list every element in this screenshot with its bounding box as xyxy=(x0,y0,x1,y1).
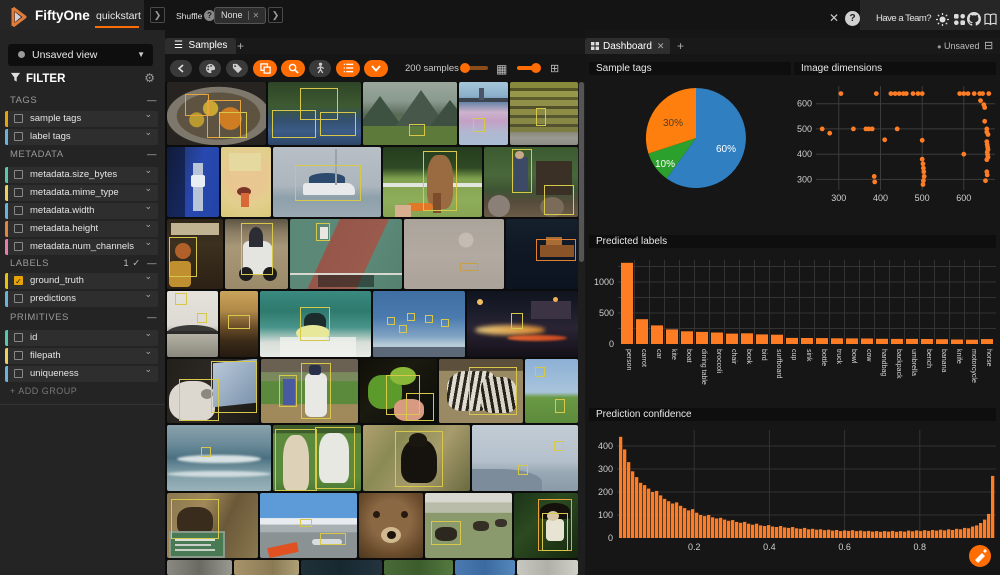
svg-text:500: 500 xyxy=(915,193,930,203)
svg-text:chair: chair xyxy=(730,349,737,365)
svg-text:600: 600 xyxy=(797,99,812,109)
svg-text:200: 200 xyxy=(598,487,613,497)
svg-text:1000: 1000 xyxy=(594,277,614,287)
svg-text:banana: banana xyxy=(940,349,947,372)
svg-text:truck: truck xyxy=(835,349,842,365)
svg-text:0: 0 xyxy=(609,339,614,349)
svg-text:surfboard: surfboard xyxy=(775,349,782,379)
svg-text:horse: horse xyxy=(985,349,992,367)
svg-text:60%: 60% xyxy=(716,144,736,155)
svg-text:bench: bench xyxy=(925,349,932,368)
svg-text:person: person xyxy=(625,349,632,371)
svg-text:400: 400 xyxy=(873,193,888,203)
svg-text:kite: kite xyxy=(670,349,677,360)
svg-text:cup: cup xyxy=(790,349,797,360)
svg-text:10%: 10% xyxy=(655,159,675,170)
svg-text:knife: knife xyxy=(955,349,962,364)
svg-text:500: 500 xyxy=(797,124,812,134)
svg-text:cow: cow xyxy=(865,349,872,362)
svg-text:30%: 30% xyxy=(663,118,683,129)
svg-text:carrot: carrot xyxy=(640,349,647,367)
svg-text:bowl: bowl xyxy=(850,349,857,364)
svg-text:boat: boat xyxy=(685,349,692,363)
svg-text:600: 600 xyxy=(956,193,971,203)
svg-text:backpack: backpack xyxy=(895,349,902,379)
svg-text:motorcycle: motorcycle xyxy=(970,349,977,383)
svg-text:0.8: 0.8 xyxy=(914,542,927,552)
svg-text:400: 400 xyxy=(598,441,613,451)
svg-text:300: 300 xyxy=(598,464,613,474)
svg-text:bird: bird xyxy=(760,349,767,361)
svg-text:0: 0 xyxy=(608,533,613,543)
svg-text:broccoli: broccoli xyxy=(715,349,722,374)
svg-text:500: 500 xyxy=(599,308,614,318)
svg-text:0.6: 0.6 xyxy=(838,542,851,552)
svg-text:sink: sink xyxy=(805,349,812,362)
svg-text:car: car xyxy=(655,349,662,359)
svg-text:300: 300 xyxy=(797,174,812,184)
svg-text:handbag: handbag xyxy=(880,349,887,376)
svg-text:bottle: bottle xyxy=(820,349,827,366)
svg-text:umbrella: umbrella xyxy=(910,349,917,376)
svg-text:dining table: dining table xyxy=(700,349,707,385)
svg-text:book: book xyxy=(745,349,752,365)
svg-text:100: 100 xyxy=(598,510,613,520)
svg-text:0.2: 0.2 xyxy=(688,542,701,552)
svg-text:400: 400 xyxy=(797,149,812,159)
svg-text:0.4: 0.4 xyxy=(763,542,776,552)
svg-text:300: 300 xyxy=(831,193,846,203)
